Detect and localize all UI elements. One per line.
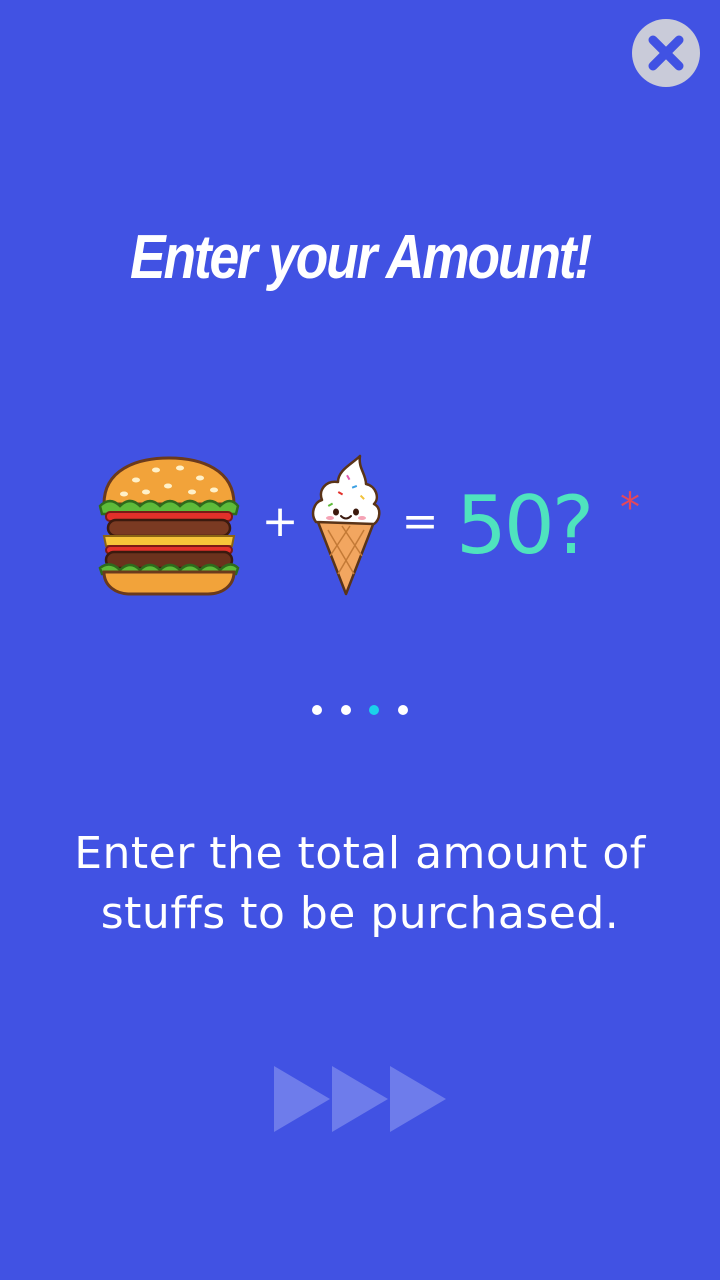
description-text: Enter the total amount of stuffs to be p… [74, 828, 646, 939]
ice-cream-icon [308, 452, 384, 602]
page-title: Enter your Amount! [130, 223, 592, 292]
pagination-dot-2[interactable] [341, 705, 351, 715]
amount-value: 50? [456, 479, 594, 572]
close-icon [648, 35, 684, 71]
plus-operator: + [261, 496, 299, 547]
pagination-dot-3-active[interactable] [369, 705, 379, 715]
pagination-dot-4[interactable] [398, 705, 408, 715]
pagination-dot-1[interactable] [312, 705, 322, 715]
equals-operator: = [401, 496, 439, 547]
next-button[interactable] [270, 1062, 450, 1136]
required-asterisk: * [620, 485, 640, 531]
close-button[interactable] [632, 19, 700, 87]
burger-icon [96, 452, 242, 602]
fast-forward-icon [274, 1066, 446, 1132]
